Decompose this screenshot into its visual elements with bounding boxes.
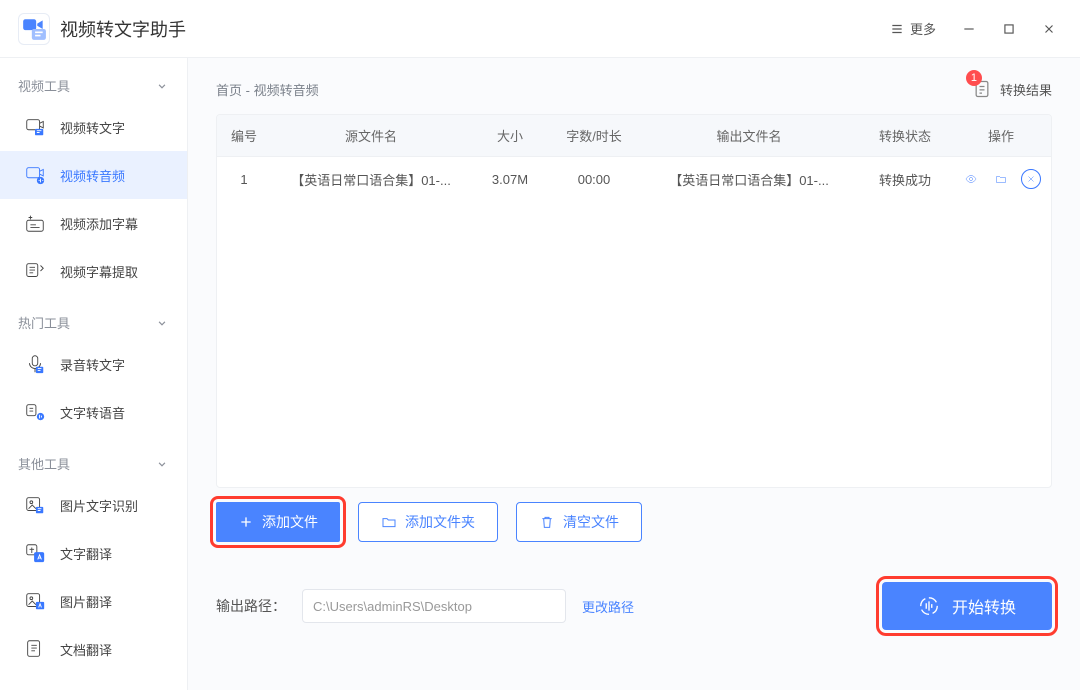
results-badge: 1 [966,70,982,86]
th-status: 转换状态 [859,126,951,145]
convert-icon [918,595,940,617]
sidebar-group-title: 热门工具 [18,313,70,332]
cell-duration: 00:00 [549,172,639,187]
breadcrumb-current: 视频转音频 [254,83,319,98]
sidebar-item-label: 视频字幕提取 [60,262,138,281]
action-toolbar: 添加文件 添加文件夹 清空文件 [188,488,1080,542]
table-header-row: 编号 源文件名 大小 字数/时长 输出文件名 转换状态 操作 [217,115,1051,157]
th-ops: 操作 [951,126,1051,145]
audio-to-text-icon [24,353,46,375]
sidebar-group-title: 视频工具 [18,76,70,95]
th-index: 编号 [217,126,271,145]
sidebar-item-image-ocr[interactable]: 图片文字识别 [0,481,187,529]
window-minimize-button[interactable] [952,12,986,46]
main-panel: 首页 - 视频转音频 1 转换结果 编号 源文件名 大小 字数/时长 输出文件名… [188,58,1080,690]
doc-translate-icon [24,638,46,660]
sidebar-item-label: 文字转语音 [60,403,125,422]
sidebar: 视频工具 视频转文字 视频转音频 视频添加字幕 视频字幕提取 热门工具 录音转文… [0,58,188,690]
sidebar-item-label: 文档翻译 [60,640,112,659]
add-file-button[interactable]: 添加文件 [216,502,340,542]
cell-status: 转换成功 [859,170,951,189]
sidebar-group-header[interactable]: 热门工具 [0,295,187,340]
sidebar-item-text-to-speech[interactable]: 文字转语音 [0,388,187,436]
titlebar: 视频转文字助手 更多 [0,0,1080,58]
sidebar-item-video-add-subtitle[interactable]: 视频添加字幕 [0,199,187,247]
folder-icon [381,514,397,530]
sidebar-item-audio-to-text[interactable]: 录音转文字 [0,340,187,388]
remove-icon[interactable] [1021,169,1041,189]
sidebar-item-video-to-text[interactable]: 视频转文字 [0,103,187,151]
chevron-down-icon [155,316,169,330]
output-path-label: 输出路径： [216,596,286,616]
text-to-speech-icon [24,401,46,423]
sidebar-item-label: 视频转文字 [60,118,125,137]
clear-files-label: 清空文件 [563,512,619,532]
breadcrumb: 首页 - 视频转音频 [216,80,319,99]
cell-src-name: 【英语日常口语合集】01-... [271,170,471,189]
th-duration: 字数/时长 [549,126,639,145]
subtitle-extract-icon [24,260,46,282]
sidebar-item-video-subtitle-extract[interactable]: 视频字幕提取 [0,247,187,295]
trash-icon [539,514,555,530]
sidebar-group-title: 其他工具 [18,454,70,473]
sidebar-item-label: 视频添加字幕 [60,214,138,233]
sidebar-group-header[interactable]: 其他工具 [0,436,187,481]
breadcrumb-sep: - [246,83,254,98]
sidebar-item-image-translate[interactable]: 图片翻译 [0,577,187,625]
sidebar-group-header[interactable]: 视频工具 [0,58,187,103]
sidebar-item-doc-translate[interactable]: 文档翻译 [0,625,187,673]
more-label: 更多 [910,19,936,38]
chevron-down-icon [155,79,169,93]
start-convert-label: 开始转换 [952,594,1016,618]
window-close-button[interactable] [1032,12,1066,46]
window-maximize-button[interactable] [992,12,1026,46]
breadcrumb-home[interactable]: 首页 [216,83,242,98]
results-label: 转换结果 [1000,80,1052,99]
file-table: 编号 源文件名 大小 字数/时长 输出文件名 转换状态 操作 1 【英语日常口语… [216,114,1052,488]
video-subtitle-icon [24,212,46,234]
sidebar-item-label: 录音转文字 [60,355,125,374]
cell-size: 3.07M [471,172,549,187]
app-logo-icon [18,13,50,45]
add-file-label: 添加文件 [262,512,318,532]
open-folder-icon[interactable] [991,169,1011,189]
start-convert-button[interactable]: 开始转换 [882,582,1052,630]
table-row[interactable]: 1 【英语日常口语合集】01-... 3.07M 00:00 【英语日常口语合集… [217,157,1051,201]
output-path-field[interactable] [302,589,566,623]
preview-icon[interactable] [961,169,981,189]
th-size: 大小 [471,126,549,145]
th-out: 输出文件名 [639,126,859,145]
change-path-link[interactable]: 更改路径 [582,597,634,616]
cell-out-name: 【英语日常口语合集】01-... [639,170,859,189]
image-ocr-icon [24,494,46,516]
video-to-text-icon [24,116,46,138]
chevron-down-icon [155,457,169,471]
clear-files-button[interactable]: 清空文件 [516,502,642,542]
results-button[interactable]: 1 转换结果 [972,78,1052,100]
add-folder-button[interactable]: 添加文件夹 [358,502,498,542]
more-menu-button[interactable]: 更多 [880,15,946,42]
cell-ops [951,169,1051,189]
sidebar-item-label: 图片文字识别 [60,496,138,515]
footer: 输出路径： 更改路径 开始转换 [188,542,1080,652]
image-translate-icon [24,590,46,612]
text-translate-icon [24,542,46,564]
plus-icon [238,514,254,530]
sidebar-item-label: 图片翻译 [60,592,112,611]
app-title: 视频转文字助手 [60,16,186,42]
sidebar-item-label: 视频转音频 [60,166,125,185]
sidebar-item-video-to-audio[interactable]: 视频转音频 [0,151,187,199]
th-src: 源文件名 [271,126,471,145]
sidebar-item-text-translate[interactable]: 文字翻译 [0,529,187,577]
cell-index: 1 [217,172,271,187]
add-folder-label: 添加文件夹 [405,512,475,532]
video-to-audio-icon [24,164,46,186]
sidebar-item-label: 文字翻译 [60,544,112,563]
